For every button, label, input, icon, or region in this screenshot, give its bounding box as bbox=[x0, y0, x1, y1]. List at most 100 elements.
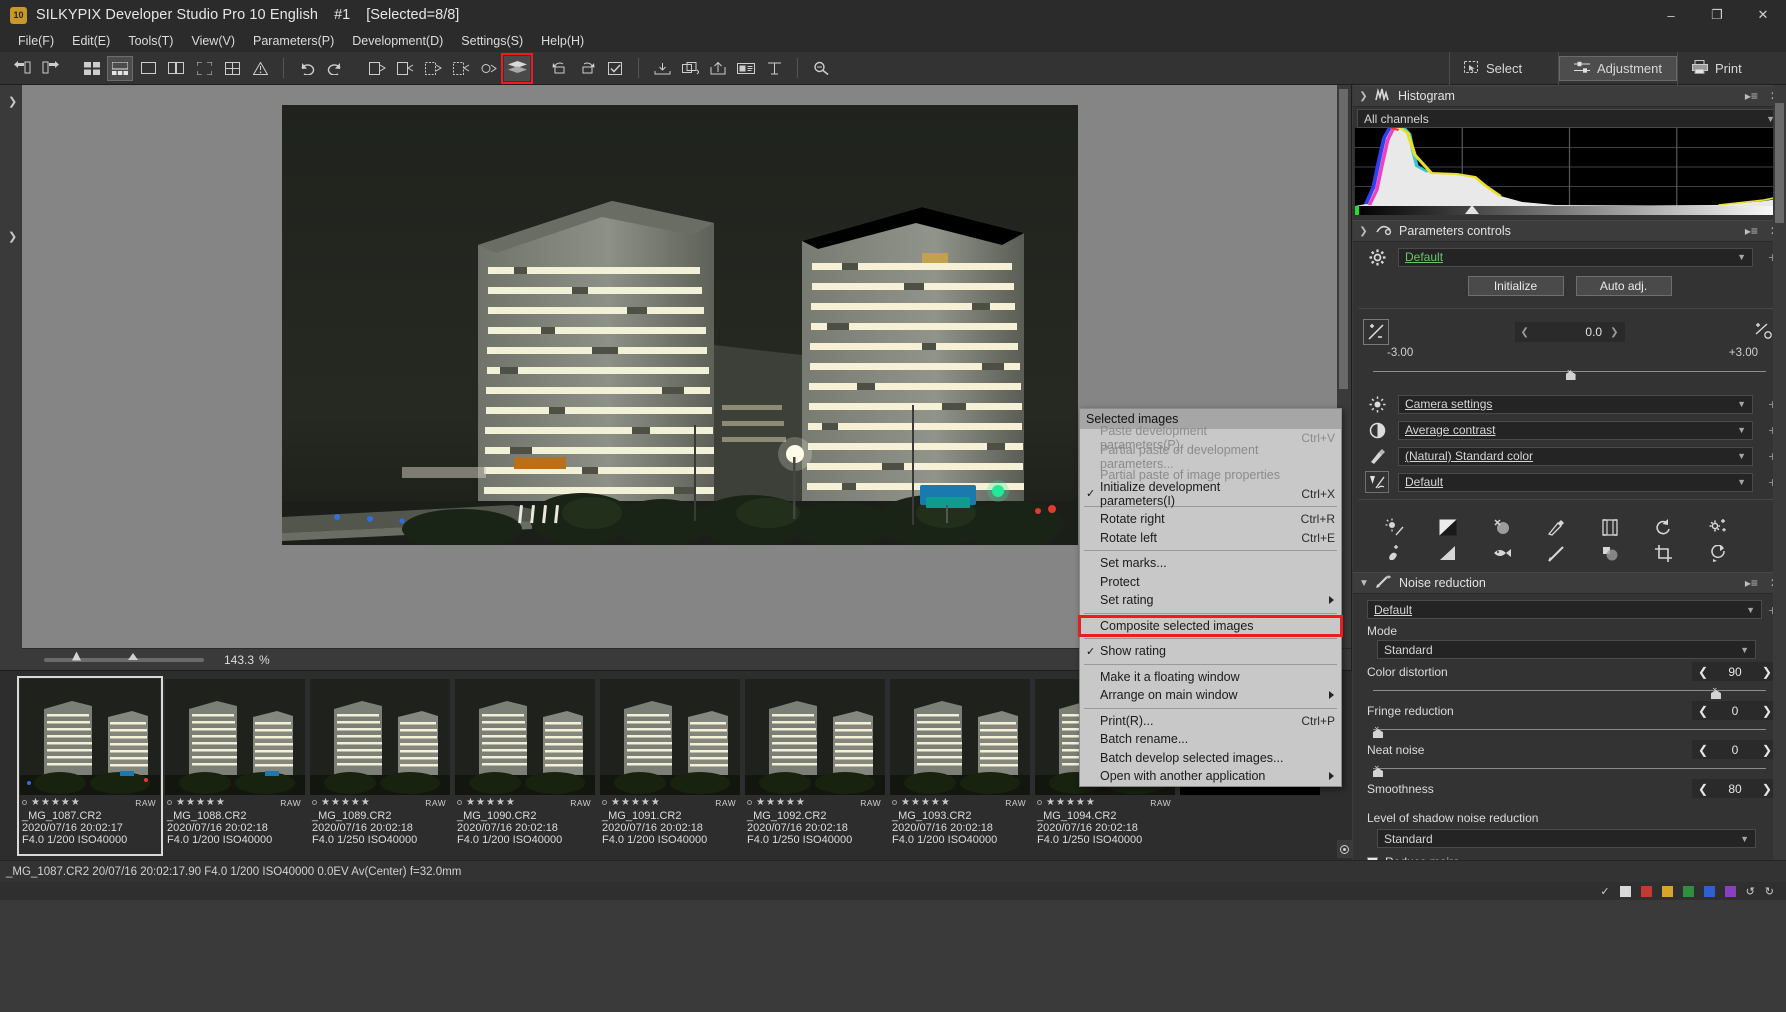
right-panel-scrollbar[interactable] bbox=[1773, 85, 1786, 860]
menu-file[interactable]: File(F) bbox=[9, 32, 63, 50]
rotate-cw-icon[interactable]: ↻ bbox=[1765, 885, 1774, 898]
chevron-right-icon[interactable]: ❯ bbox=[1359, 91, 1368, 102]
preview-photo[interactable] bbox=[281, 105, 1078, 545]
reset-parameters-icon[interactable] bbox=[476, 56, 502, 81]
redo-icon[interactable] bbox=[322, 56, 348, 81]
star-icon[interactable]: ★ bbox=[931, 797, 940, 808]
mark-dot-icon[interactable] bbox=[312, 800, 317, 805]
thumbnail-image[interactable] bbox=[455, 679, 595, 795]
parameters-preset-select[interactable]: Default ▼ bbox=[1398, 247, 1753, 267]
ctx-composite-selected-images[interactable]: Composite selected images bbox=[1078, 614, 1343, 637]
star-icon[interactable]: ★ bbox=[321, 797, 330, 808]
partial-copy-icon[interactable] bbox=[420, 56, 446, 81]
mark-dot-icon[interactable] bbox=[747, 800, 752, 805]
zoom-slider-handle[interactable] bbox=[72, 651, 81, 661]
ctx-arrange-on-main-window[interactable]: Arrange on main window bbox=[1080, 686, 1341, 705]
histogram-midpoint-handle[interactable] bbox=[1465, 205, 1479, 214]
print-layout-icon[interactable] bbox=[733, 56, 759, 81]
star-icon[interactable]: ★ bbox=[176, 797, 185, 808]
star-icon[interactable]: ★ bbox=[361, 797, 370, 808]
ctx-batch-develop-selected-images[interactable]: Batch develop selected images... bbox=[1080, 749, 1341, 768]
ctx-initialize-development-parameters[interactable]: ✓ Initialize development parameters(I) C… bbox=[1080, 480, 1341, 508]
fisheye-icon[interactable] bbox=[1475, 540, 1529, 566]
color-icon[interactable] bbox=[1365, 445, 1389, 467]
histogram-panel-header[interactable]: ❯ Histogram ▸≡ ✕ bbox=[1353, 85, 1786, 107]
mark-dot-icon[interactable] bbox=[22, 800, 27, 805]
panel-menu-icon[interactable]: ▸≡ bbox=[1745, 224, 1758, 238]
thumbnail-item[interactable]: ★ ★ ★ ★ ★ RAW _MG_1089.CR2 2020/07/16 20:02:… bbox=[308, 677, 452, 855]
undo-icon[interactable] bbox=[294, 56, 320, 81]
star-icon[interactable]: ★ bbox=[351, 797, 360, 808]
tone-contrast-icon[interactable] bbox=[1365, 419, 1389, 441]
star-icon[interactable]: ★ bbox=[466, 797, 475, 808]
fringe-reduction-stepper[interactable]: ❮ 0 ❯ bbox=[1692, 701, 1778, 720]
stepper-decrement-icon[interactable]: ❮ bbox=[1698, 782, 1708, 796]
ctx-make-floating-window[interactable]: Make it a floating window bbox=[1080, 668, 1341, 687]
gradient-filter-icon[interactable] bbox=[1421, 540, 1475, 566]
scrollbar-thumb[interactable] bbox=[1775, 103, 1784, 223]
menu-tools[interactable]: Tools(T) bbox=[119, 32, 182, 50]
color-chip-blue-icon[interactable] bbox=[1703, 885, 1715, 897]
noise-reduction-preset-select[interactable]: Default ▼ bbox=[1367, 600, 1762, 619]
mark-dot-icon[interactable] bbox=[1037, 800, 1042, 805]
white-balance-icon[interactable] bbox=[1365, 393, 1389, 415]
star-icon[interactable]: ★ bbox=[486, 797, 495, 808]
ctx-show-rating[interactable]: ✓ Show rating bbox=[1080, 642, 1341, 661]
check-mark-icon[interactable]: ✓ bbox=[1600, 885, 1609, 898]
expand-left-panel-mid-icon[interactable]: ❯ bbox=[8, 230, 17, 243]
stepper-increment-icon[interactable]: ❯ bbox=[1610, 327, 1618, 338]
stepper-decrement-icon[interactable]: ❮ bbox=[1698, 704, 1708, 718]
ctx-protect[interactable]: Protect bbox=[1080, 573, 1341, 592]
star-icon[interactable]: ★ bbox=[51, 797, 60, 808]
thumbnail-item[interactable]: ★ ★ ★ ★ ★ RAW _MG_1092.CR2 2020/07/16 20:02:… bbox=[743, 677, 887, 855]
expand-left-panel-top-icon[interactable]: ❯ bbox=[8, 95, 17, 108]
tone-curve-icon[interactable] bbox=[1421, 514, 1475, 540]
star-icon[interactable]: ★ bbox=[476, 797, 485, 808]
warning-icon[interactable] bbox=[247, 56, 273, 81]
thumbnail-image[interactable] bbox=[600, 679, 740, 795]
star-icon[interactable]: ★ bbox=[341, 797, 350, 808]
copy-parameters-icon[interactable] bbox=[364, 56, 390, 81]
perspective-icon[interactable] bbox=[1691, 540, 1745, 566]
rotate-right-icon[interactable] bbox=[574, 56, 600, 81]
star-icon[interactable]: ★ bbox=[41, 797, 50, 808]
shadow-noise-reduction-select[interactable]: Standard ▼ bbox=[1377, 829, 1756, 848]
fringe-reduction-slider[interactable]: ⌄ bbox=[1373, 721, 1766, 738]
star-icon[interactable]: ★ bbox=[496, 797, 505, 808]
color-adjust-icon[interactable] bbox=[1529, 514, 1583, 540]
search-images-icon[interactable] bbox=[808, 56, 834, 81]
chevron-right-icon[interactable]: ❯ bbox=[1359, 226, 1368, 237]
star-icon[interactable]: ★ bbox=[631, 797, 640, 808]
stepper-decrement-icon[interactable]: ❮ bbox=[1698, 743, 1708, 757]
thumbnail-grid-view-icon[interactable] bbox=[79, 56, 105, 81]
filmstrip-scroll-corner[interactable] bbox=[1337, 840, 1352, 858]
ctx-batch-rename[interactable]: Batch rename... bbox=[1080, 730, 1341, 749]
share-icon[interactable] bbox=[705, 56, 731, 81]
initialize-button[interactable]: Initialize bbox=[1467, 276, 1564, 296]
rotate-left-icon[interactable] bbox=[546, 56, 572, 81]
thumbnail-image[interactable] bbox=[310, 679, 450, 795]
stepper-decrement-icon[interactable]: ❮ bbox=[1698, 665, 1708, 679]
mode-select[interactable]: Select bbox=[1450, 56, 1558, 81]
thumbnail-item[interactable]: ★ ★ ★ ★ ★ RAW _MG_1090.CR2 2020/07/16 20:02:… bbox=[453, 677, 597, 855]
stepper-increment-icon[interactable]: ❯ bbox=[1762, 704, 1772, 718]
filmstrip-view-icon[interactable] bbox=[107, 55, 133, 81]
star-icon[interactable]: ★ bbox=[196, 797, 205, 808]
panel-menu-icon[interactable]: ▸≡ bbox=[1745, 576, 1758, 590]
brush-icon[interactable] bbox=[1529, 540, 1583, 566]
smoothness-stepper[interactable]: ❮ 80 ❯ bbox=[1692, 779, 1778, 798]
star-icon[interactable]: ★ bbox=[216, 797, 225, 808]
star-icon[interactable]: ★ bbox=[921, 797, 930, 808]
mark-dot-icon[interactable] bbox=[602, 800, 607, 805]
ctx-rotate-left[interactable]: Rotate left Ctrl+E bbox=[1080, 529, 1341, 548]
ctx-rotate-right[interactable]: Rotate right Ctrl+R bbox=[1080, 510, 1341, 529]
white-balance-select[interactable]: Camera settings ▼ bbox=[1398, 394, 1753, 414]
stepper-decrement-icon[interactable]: ❮ bbox=[1521, 327, 1529, 338]
compare-two-view-icon[interactable] bbox=[163, 56, 189, 81]
effects-icon[interactable] bbox=[1691, 514, 1745, 540]
lens-aberration-icon[interactable] bbox=[1583, 514, 1637, 540]
multi-view-icon[interactable] bbox=[219, 56, 245, 81]
paste-parameters-icon[interactable] bbox=[392, 56, 418, 81]
sharpness-select[interactable]: Default ▼ bbox=[1398, 472, 1753, 492]
ctx-open-with-another-application[interactable]: Open with another application bbox=[1080, 767, 1341, 786]
